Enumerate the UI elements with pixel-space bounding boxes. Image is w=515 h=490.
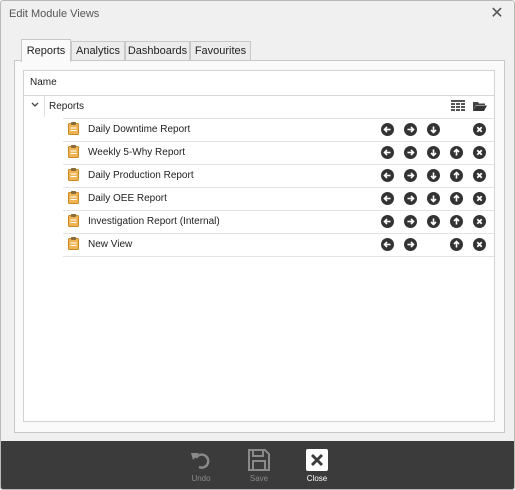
tree-row-label: Weekly 5-Why Report [88, 147, 186, 158]
report-document-icon [68, 237, 79, 253]
arrow-right-icon[interactable] [404, 146, 417, 159]
delete-icon[interactable] [473, 215, 486, 228]
column-header: Name [24, 71, 494, 96]
arrow-down-icon[interactable] [427, 169, 440, 182]
tree-root-reports[interactable]: Reports [24, 95, 494, 117]
tab-analytics[interactable]: Analytics [71, 41, 125, 61]
arrow-up-icon[interactable] [450, 238, 463, 251]
tree-row[interactable]: New View [63, 233, 494, 257]
grid-view-icon[interactable] [451, 100, 465, 115]
arrow-left-icon[interactable] [381, 169, 394, 182]
save-icon [248, 449, 270, 471]
arrow-up-icon[interactable] [450, 169, 463, 182]
arrow-up-icon[interactable] [450, 146, 463, 159]
tree-row-label: Daily Downtime Report [88, 124, 191, 135]
edit-module-views-dialog: Edit Module Views ✕ Reports Analytics Da… [0, 0, 515, 490]
folder-open-icon[interactable] [473, 100, 487, 115]
tree-root-label: Reports [49, 101, 85, 112]
tree-row-label: Investigation Report (Internal) [88, 216, 220, 227]
report-document-icon [68, 191, 79, 207]
tree-row-label: New View [88, 239, 133, 250]
arrow-down-icon[interactable] [427, 146, 440, 159]
arrow-right-icon[interactable] [404, 215, 417, 228]
delete-icon[interactable] [473, 123, 486, 136]
delete-icon[interactable] [473, 192, 486, 205]
tab-favourites[interactable]: Favourites [190, 41, 251, 61]
tab-reports[interactable]: Reports [21, 39, 71, 62]
delete-icon[interactable] [473, 169, 486, 182]
arrow-left-icon[interactable] [381, 123, 394, 136]
views-tree: Name Reports Daily Downtime Report Weekl… [23, 70, 495, 422]
delete-icon[interactable] [473, 238, 486, 251]
tab-panel-reports: Name Reports Daily Downtime Report Weekl… [14, 60, 505, 433]
tree-row[interactable]: Daily Downtime Report [63, 118, 494, 141]
arrow-right-icon[interactable] [404, 123, 417, 136]
column-header-name: Name [30, 77, 57, 88]
arrow-up-icon[interactable] [450, 215, 463, 228]
arrow-right-icon[interactable] [404, 169, 417, 182]
report-document-icon [68, 122, 79, 138]
chevron-down-icon[interactable] [30, 98, 42, 112]
close-button[interactable]: Close [297, 447, 337, 487]
action-bar: Undo Save Close [1, 441, 514, 489]
tree-row-label: Daily Production Report [88, 170, 194, 181]
tree-row[interactable]: Investigation Report (Internal) [63, 210, 494, 233]
delete-icon[interactable] [473, 146, 486, 159]
arrow-left-icon[interactable] [381, 192, 394, 205]
close-box-icon [306, 449, 328, 471]
undo-button[interactable]: Undo [181, 447, 221, 487]
report-document-icon [68, 214, 79, 230]
arrow-left-icon[interactable] [381, 215, 394, 228]
arrow-down-icon[interactable] [427, 192, 440, 205]
arrow-up-icon[interactable] [450, 192, 463, 205]
tree-row[interactable]: Daily Production Report [63, 164, 494, 187]
arrow-down-icon[interactable] [427, 215, 440, 228]
save-label: Save [249, 474, 269, 483]
report-document-icon [68, 168, 79, 184]
tree-separator [44, 95, 45, 117]
arrow-right-icon[interactable] [404, 192, 417, 205]
undo-icon [191, 453, 210, 469]
tab-dashboards[interactable]: Dashboards [125, 41, 190, 61]
arrow-left-icon[interactable] [381, 238, 394, 251]
title-bar: Edit Module Views ✕ [1, 1, 514, 29]
undo-label: Undo [191, 474, 211, 483]
save-button[interactable]: Save [239, 447, 279, 487]
report-document-icon [68, 145, 79, 161]
arrow-down-icon[interactable] [427, 123, 440, 136]
tree-row[interactable]: Weekly 5-Why Report [63, 141, 494, 164]
close-icon[interactable]: ✕ [488, 5, 506, 23]
arrow-left-icon[interactable] [381, 146, 394, 159]
close-label: Close [306, 474, 328, 483]
tree-row-label: Daily OEE Report [88, 193, 167, 204]
arrow-right-icon[interactable] [404, 238, 417, 251]
window-title: Edit Module Views [9, 8, 100, 20]
tree-row[interactable]: Daily OEE Report [63, 187, 494, 210]
